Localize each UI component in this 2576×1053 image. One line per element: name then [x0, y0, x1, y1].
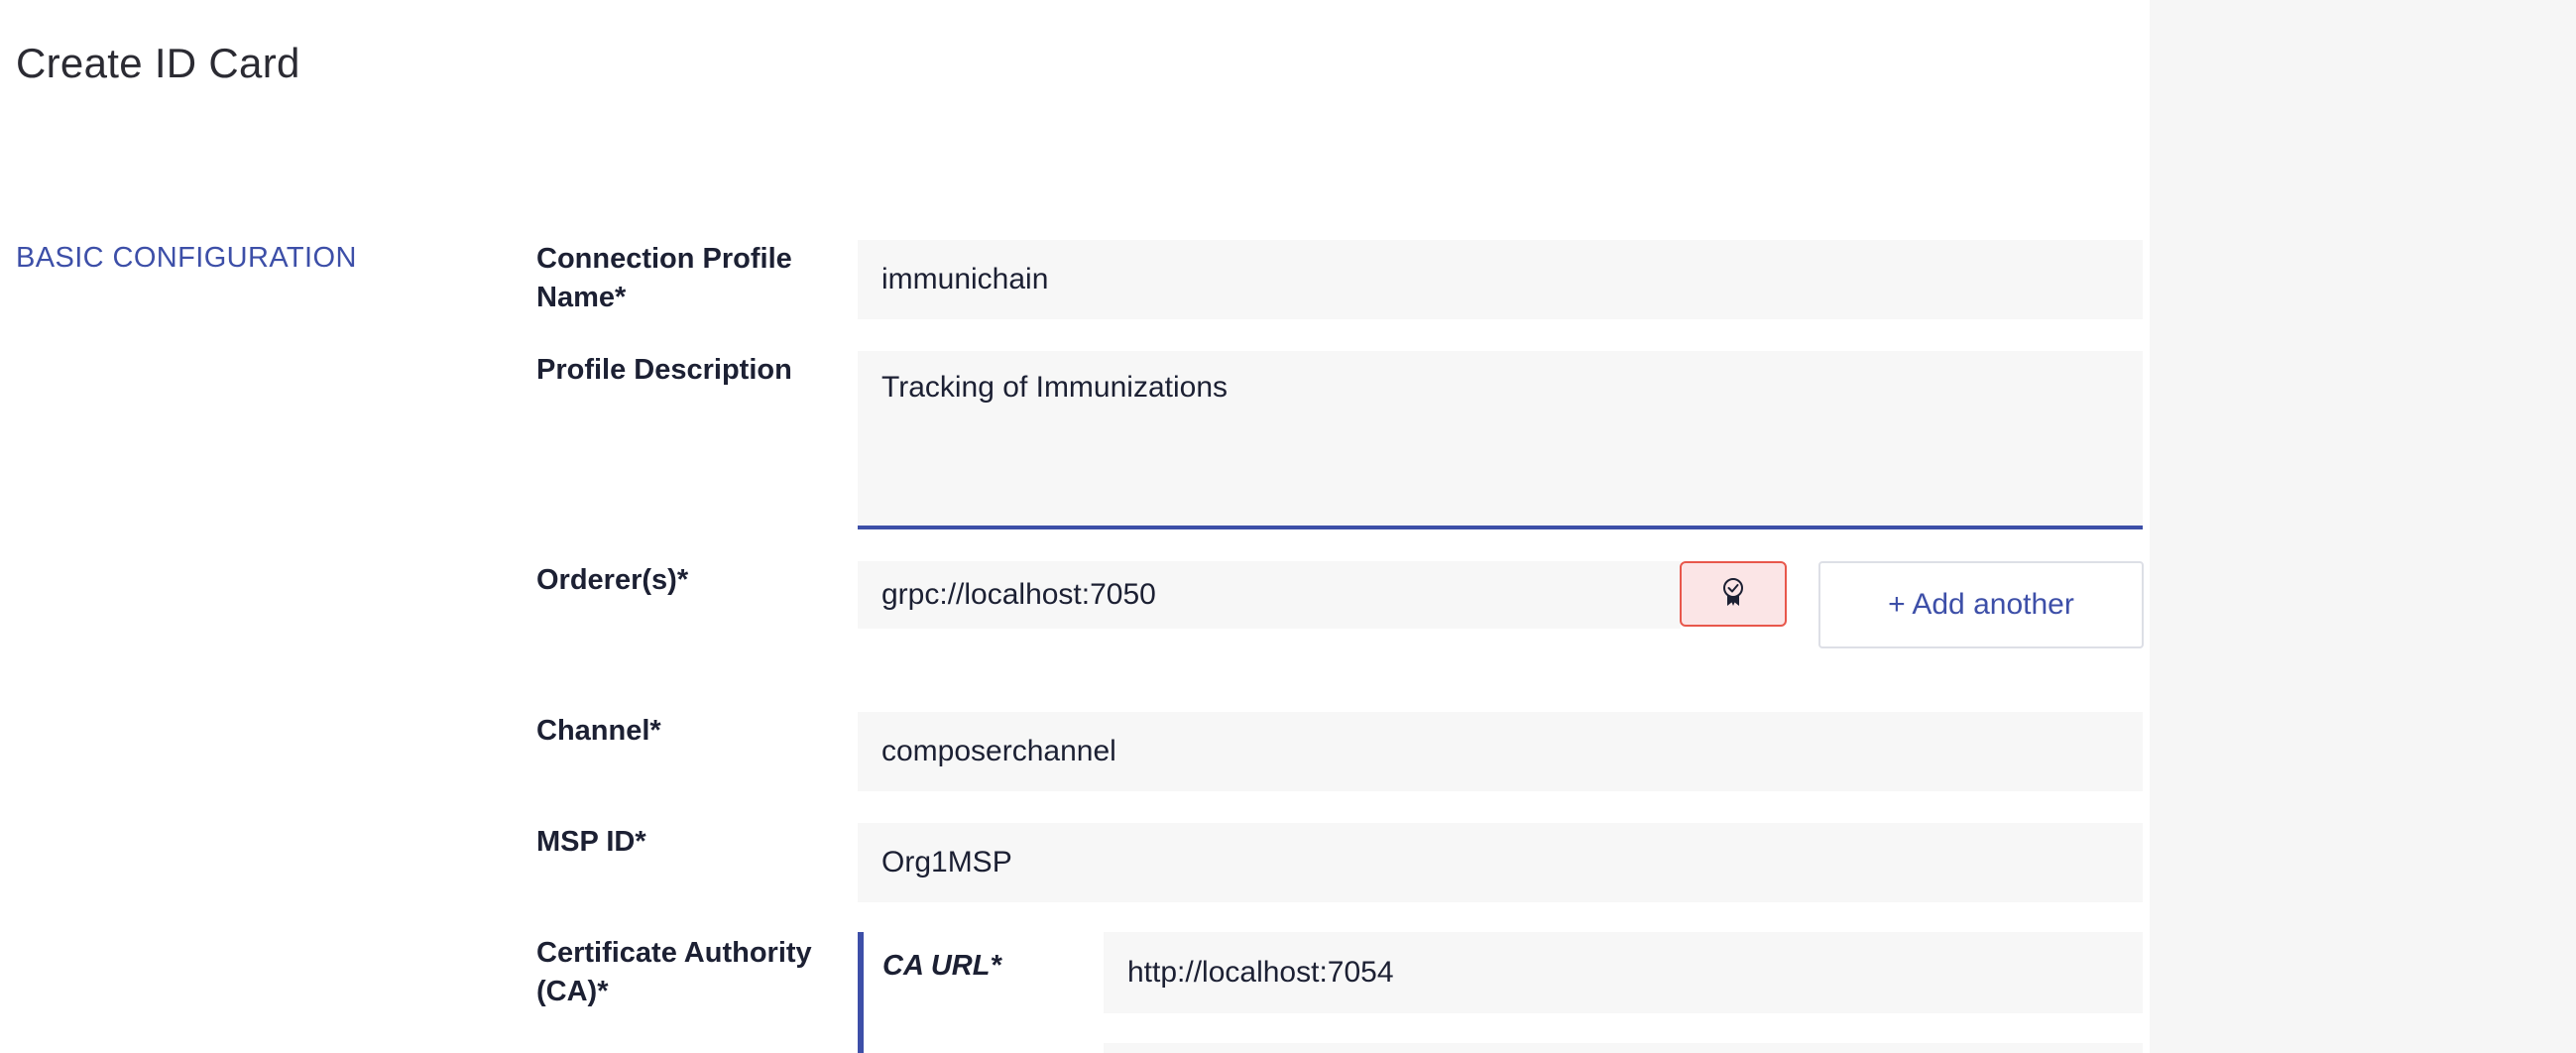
- msp-id-value: Org1MSP: [881, 846, 1012, 878]
- orderer-url-input[interactable]: grpc://localhost:7050: [858, 561, 1681, 629]
- profile-description-label: Profile Description: [536, 354, 792, 386]
- orderer-certificate-button[interactable]: [1680, 561, 1787, 627]
- profile-name-input[interactable]: immunichain: [858, 240, 2143, 319]
- profile-description-value: Tracking of Immunizations: [881, 371, 1229, 404]
- certificate-icon: [1720, 577, 1746, 612]
- orderers-label: Orderer(s)*: [536, 564, 689, 596]
- channel-label: Channel*: [536, 715, 661, 747]
- channel-input[interactable]: composerchannel: [858, 712, 2143, 791]
- msp-id-input[interactable]: Org1MSP: [858, 823, 2143, 902]
- profile-description-textarea[interactable]: Tracking of Immunizations: [858, 351, 2143, 529]
- ca-next-input[interactable]: [1104, 1043, 2143, 1053]
- ca-url-label: CA URL*: [882, 950, 1001, 982]
- page-title: Create ID Card: [16, 40, 300, 86]
- ca-url-value: http://localhost:7054: [1127, 956, 1394, 989]
- ca-url-input[interactable]: http://localhost:7054: [1104, 932, 2143, 1013]
- orderer-url-value: grpc://localhost:7050: [881, 578, 1156, 611]
- section-title: BASIC CONFIGURATION: [16, 242, 357, 274]
- ca-label: Certificate Authority (CA)*: [536, 937, 812, 1007]
- profile-name-value: immunichain: [881, 263, 1049, 295]
- channel-value: composerchannel: [881, 735, 1116, 767]
- profile-name-label: Connection Profile Name*: [536, 243, 792, 313]
- msp-id-label: MSP ID*: [536, 826, 646, 858]
- add-orderer-button[interactable]: + Add another: [1818, 561, 2144, 648]
